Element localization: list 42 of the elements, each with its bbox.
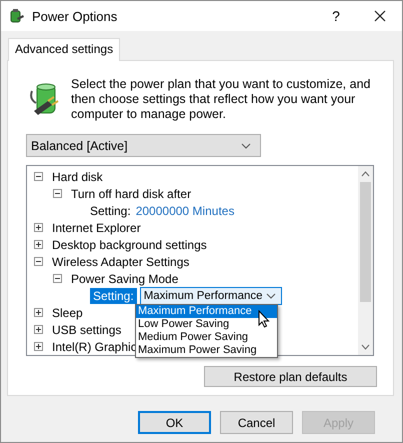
expand-icon[interactable] — [34, 308, 43, 317]
chevron-down-icon — [241, 142, 251, 148]
setting-dropdown[interactable]: Maximum Performance — [140, 286, 282, 304]
dropdown-option[interactable]: Maximum Power Saving — [136, 344, 277, 357]
collapse-icon[interactable] — [34, 172, 43, 181]
scroll-up-icon[interactable] — [361, 171, 370, 177]
collapse-icon[interactable] — [53, 189, 62, 198]
tree-item[interactable]: Wireless Adapter Settings — [52, 254, 192, 268]
dropdown-option[interactable]: Maximum Performance — [136, 305, 277, 318]
tree-item[interactable]: USB settings — [52, 322, 124, 336]
tree-item[interactable]: Hard disk — [52, 170, 105, 184]
plan-dropdown[interactable]: Balanced [Active] — [26, 134, 261, 157]
expand-icon[interactable] — [34, 223, 43, 232]
dialog-button[interactable]: OK — [138, 411, 211, 434]
setting-value-link[interactable]: 20000000 Minutes — [136, 204, 234, 218]
dialog-button[interactable]: Cancel — [220, 411, 293, 434]
power-plug-icon — [9, 8, 25, 24]
description-text: Select the power plan that you want to customize, and then choose settings that reflect how you want your computer to manage power. — [71, 77, 371, 122]
tree-item[interactable]: Power Saving Mode — [71, 272, 180, 286]
restore-defaults-button[interactable]: Restore plan defaults — [204, 366, 377, 387]
tree-item[interactable]: Internet Explorer — [52, 220, 143, 234]
expand-icon[interactable] — [34, 325, 43, 334]
setting-label: Setting: — [90, 288, 137, 304]
tree-item[interactable]: Turn off hard disk after — [71, 186, 194, 200]
dropdown-option[interactable]: Low Power Saving — [136, 318, 277, 331]
window-title: Power Options — [32, 8, 118, 24]
tab[interactable]: Advanced settings — [8, 38, 120, 61]
collapse-icon[interactable] — [34, 257, 43, 266]
setting-label: Setting: — [90, 204, 132, 218]
collapse-icon[interactable] — [53, 274, 62, 283]
close-icon — [374, 10, 386, 22]
expand-icon[interactable] — [34, 342, 43, 351]
mouse-pointer-icon — [258, 310, 270, 328]
scroll-down-icon[interactable] — [361, 344, 370, 350]
chevron-down-icon — [266, 292, 276, 298]
dropdown-option[interactable]: Medium Power Saving — [136, 331, 277, 344]
tree-item[interactable]: Desktop background settings — [52, 238, 209, 252]
scrollbar[interactable] — [358, 166, 373, 355]
expand-icon[interactable] — [34, 240, 43, 249]
help-button[interactable]: ? — [314, 1, 358, 31]
tree-item[interactable]: Sleep — [52, 306, 85, 320]
tree-item[interactable]: Intel(R) Graphic — [52, 340, 139, 354]
